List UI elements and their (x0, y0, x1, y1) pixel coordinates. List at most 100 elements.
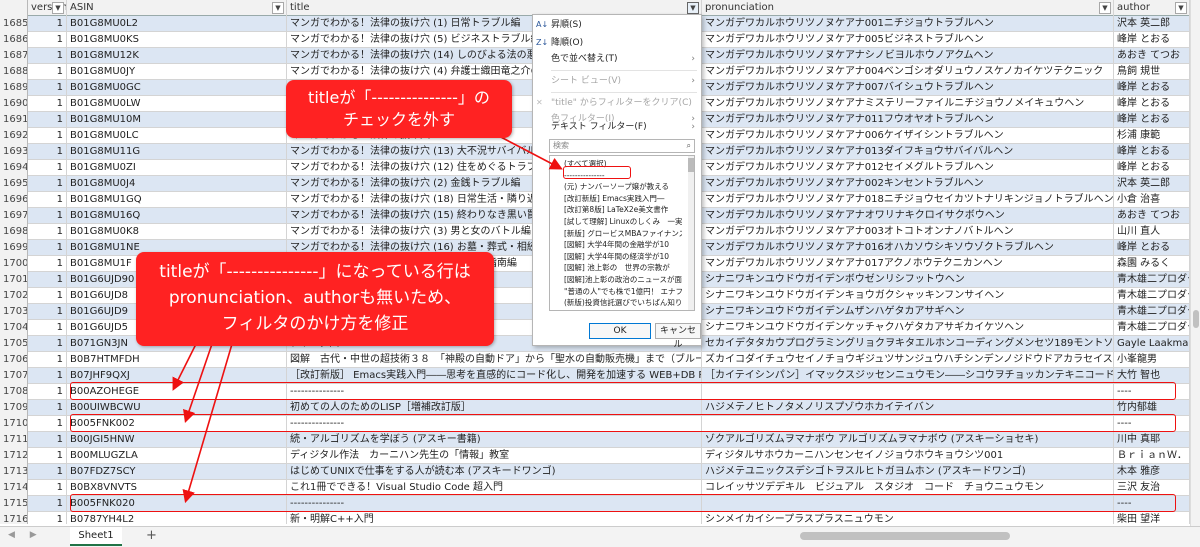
row-number[interactable]: 1701 (0, 272, 28, 288)
cell-pronunciation[interactable]: ゾクアルゴリズムヲマナボウ アルゴリズムヲマナボウ (アスキーショセキ) (702, 432, 1114, 448)
filter-dropdown-icon[interactable]: ▼ (687, 2, 699, 14)
cell-version[interactable]: 1 (28, 352, 67, 368)
cell-author[interactable]: 峰岸 とおる (1114, 240, 1190, 256)
cell-pronunciation[interactable]: マンガデワカルホウリツノヌケアナシノビヨルホウノアクムヘン (702, 48, 1114, 64)
cell-pronunciation[interactable]: マンガデワカルホウリツノヌケアナ013ダイフキョウサバイバルヘン (702, 144, 1114, 160)
row-number[interactable]: 1710 (0, 416, 28, 432)
vertical-scrollbar[interactable] (1190, 0, 1200, 526)
cell-version[interactable]: 1 (28, 304, 67, 320)
filter-list-item[interactable]: ✓[図解] 大学4年間の経済学が10 (564, 251, 682, 262)
list-scrollbar[interactable] (688, 156, 694, 310)
row-number[interactable]: 1698 (0, 224, 28, 240)
cell-author[interactable]: 川中 真耶 (1114, 432, 1190, 448)
cell-author[interactable]: 小倉 治喜 (1114, 192, 1190, 208)
row-number[interactable]: 1704 (0, 320, 28, 336)
row-number[interactable]: 1702 (0, 288, 28, 304)
cell-version[interactable]: 1 (28, 208, 67, 224)
cell-author[interactable]: 鳥飼 規世 (1114, 64, 1190, 80)
cell-asin[interactable]: B07FDZ7SCY (67, 464, 287, 480)
table-row[interactable]: 1712 1 B00MLUGZLA ディジタル作法 カーニハン先生の「情報」教室 ディジ… (0, 448, 1190, 464)
cell-pronunciation[interactable]: マンガデワカルホウリツノヌケアナ018ニチジョウセイカツトナリキンジョノトラブル… (702, 192, 1114, 208)
cell-author[interactable]: 峰岸 とおる (1114, 32, 1190, 48)
cell-author[interactable]: Gayle Laakmann (1114, 336, 1190, 352)
cell-asin[interactable]: B01G8MU12K (67, 48, 287, 64)
row-number[interactable]: 1688 (0, 64, 28, 80)
list-scroll-thumb[interactable] (688, 158, 694, 172)
cell-pronunciation[interactable]: ズカイコダイチュウセイノチョウギジュツサンジュウハチシンデンノジドウドアカラセイ… (702, 352, 1114, 368)
filter-list-item[interactable]: ✓(新版)投資信託選びでいちばん知り (564, 297, 682, 308)
cell-version[interactable]: 1 (28, 224, 67, 240)
cell-version[interactable]: 1 (28, 144, 67, 160)
corner-cell[interactable] (0, 0, 28, 16)
cell-asin[interactable]: B01G8MU0GC (67, 80, 287, 96)
cell-version[interactable]: 1 (28, 464, 67, 480)
cell-author[interactable]: 木本 雅彦 (1114, 464, 1190, 480)
row-number[interactable]: 1712 (0, 448, 28, 464)
cell-pronunciation[interactable]: シナニワキンユウドウガイデンケッチャクハゲタカアサギカイケツヘン (702, 320, 1114, 336)
filter-list-item[interactable]: ✓[図解] 池上彰の 世界の宗教が (564, 262, 682, 273)
cell-author[interactable]: ＢｒｉａｎＷ． (1114, 448, 1190, 464)
cell-version[interactable]: 1 (28, 512, 67, 524)
row-number[interactable]: 1696 (0, 192, 28, 208)
cell-asin[interactable]: B01G8MU11G (67, 144, 287, 160)
row-number[interactable]: 1691 (0, 112, 28, 128)
cell-asin[interactable]: B0787YH4L2 (67, 512, 287, 524)
cell-author[interactable]: 青木雄二プロダク (1114, 304, 1190, 320)
cell-author[interactable]: 峰岸 とおる (1114, 112, 1190, 128)
cell-pronunciation[interactable]: マンガデワカルホウリツノヌケアナ003オトコトオンナノバトルヘン (702, 224, 1114, 240)
table-row[interactable]: 1713 1 B07FDZ7SCY はじめてUNIXで仕事をする人が読む本 (アスキー… (0, 464, 1190, 480)
cell-version[interactable]: 1 (28, 384, 67, 400)
cell-version[interactable]: 1 (28, 432, 67, 448)
row-number[interactable]: 1697 (0, 208, 28, 224)
cell-pronunciation[interactable]: マンガデワカルホウリツノヌケアナ006ケイザイシントラブルヘン (702, 128, 1114, 144)
cell-pronunciation[interactable]: マンガデワカルホウリツノヌケアナ004ベンゴシオダリュウノスケノカイケツテクニッ… (702, 64, 1114, 80)
row-number[interactable]: 1707 (0, 368, 28, 384)
ok-button[interactable]: OK (589, 323, 651, 339)
cell-pronunciation[interactable]: マンガデワカルホウリツノヌケアナ002キンセントラブルヘン (702, 176, 1114, 192)
header-version[interactable]: version ▼ (28, 0, 67, 16)
row-number[interactable]: 1686 (0, 32, 28, 48)
row-number[interactable]: 1708 (0, 384, 28, 400)
cell-pronunciation[interactable]: マンガデワカルホウリツノヌケアナ012セイメグルトラブルヘン (702, 160, 1114, 176)
row-number[interactable]: 1692 (0, 128, 28, 144)
cell-title[interactable]: 図解 古代・中世の超技術３８ 「神殿の自動ドア」から「聖水の自動販売機」まで（ブ… (287, 352, 702, 368)
row-number[interactable]: 1715 (0, 496, 28, 512)
header-author[interactable]: author ▼ (1114, 0, 1190, 16)
header-pronunciation[interactable]: pronunciation ▼ (702, 0, 1114, 16)
cell-pronunciation[interactable]: シナニワキンユウドウガイデンキョウガクシャッキンフンサイヘン (702, 288, 1114, 304)
cell-pronunciation[interactable]: マンガデワカルホウリツノヌケアナ016オハカソウシキソウゾクトラブルヘン (702, 240, 1114, 256)
sheet-tab-sheet1[interactable]: Sheet1 (70, 527, 122, 546)
cell-version[interactable]: 1 (28, 192, 67, 208)
cell-version[interactable]: 1 (28, 256, 67, 272)
row-number[interactable]: 1709 (0, 400, 28, 416)
menu-text-filter[interactable]: テキスト フィルター(F) › (533, 119, 701, 135)
cell-version[interactable]: 1 (28, 32, 67, 48)
row-number[interactable]: 1705 (0, 336, 28, 352)
cell-author[interactable]: 峰岸 とおる (1114, 144, 1190, 160)
cell-author[interactable]: 山川 直人 (1114, 224, 1190, 240)
cell-author[interactable]: 峰岸 とおる (1114, 80, 1190, 96)
cell-version[interactable]: 1 (28, 480, 67, 496)
cell-version[interactable]: 1 (28, 48, 67, 64)
cell-pronunciation[interactable]: シンメイカイシープラスプラスニュウモン (702, 512, 1114, 524)
cell-pronunciation[interactable]: シナニワキンユウドウガイデンボウゼンリシフットウヘン (702, 272, 1114, 288)
row-number[interactable]: 1694 (0, 160, 28, 176)
row-number[interactable]: 1714 (0, 480, 28, 496)
filter-dropdown-icon[interactable]: ▼ (272, 2, 284, 14)
cell-asin[interactable]: B01G8MU0K8 (67, 224, 287, 240)
cell-version[interactable]: 1 (28, 112, 67, 128)
cell-asin[interactable]: B01G8MU0J4 (67, 176, 287, 192)
menu-sort-descending[interactable]: Z↓ 降順(O) (533, 35, 701, 51)
cell-version[interactable]: 1 (28, 176, 67, 192)
cell-asin[interactable]: B0B7HTMFDH (67, 352, 287, 368)
cell-version[interactable]: 1 (28, 16, 67, 32)
row-number[interactable]: 1700 (0, 256, 28, 272)
cell-version[interactable]: 1 (28, 416, 67, 432)
row-number[interactable]: 1693 (0, 144, 28, 160)
row-number[interactable]: 1716 (0, 512, 28, 524)
row-number[interactable]: 1690 (0, 96, 28, 112)
cell-asin[interactable]: B00JGI5HNW (67, 432, 287, 448)
cell-version[interactable]: 1 (28, 240, 67, 256)
cell-author[interactable]: 森園 みるく (1114, 256, 1190, 272)
cell-pronunciation[interactable]: マンガデワカルホウリツノヌケアナオワリナキクロイサクボウヘン (702, 208, 1114, 224)
